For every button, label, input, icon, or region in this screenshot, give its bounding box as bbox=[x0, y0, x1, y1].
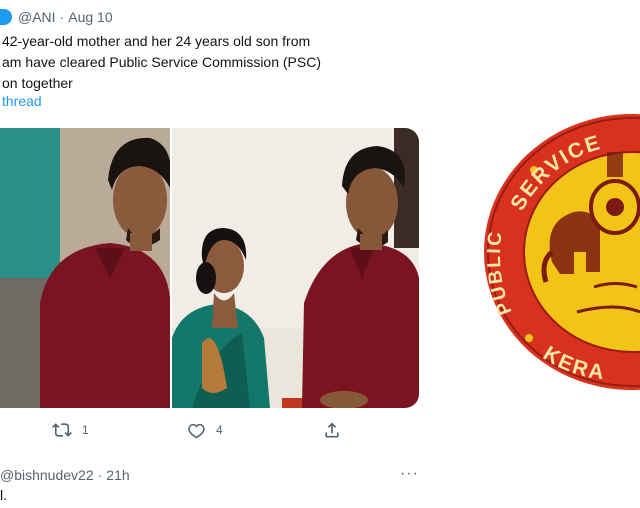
psc-emblem-logo: SERVICE PUBLIC KERA bbox=[484, 114, 640, 390]
tweet-text-line: am have cleared Public Service Commissio… bbox=[2, 54, 321, 70]
kerala-psc-emblem: SERVICE PUBLIC KERA bbox=[482, 112, 640, 392]
tweet-header-separator: · bbox=[59, 9, 65, 25]
show-thread-link[interactable]: thread bbox=[2, 93, 42, 109]
reply-text: l. bbox=[0, 487, 7, 503]
retweet-icon bbox=[52, 423, 72, 437]
verified-badge-icon bbox=[0, 9, 12, 25]
share-icon bbox=[325, 422, 339, 438]
more-icon[interactable]: ··· bbox=[400, 465, 419, 483]
tweet-actions: 1 4 bbox=[0, 420, 419, 444]
like-icon bbox=[188, 423, 205, 439]
reply-time[interactable]: 21h bbox=[106, 467, 129, 483]
photo-mother-son-image bbox=[172, 128, 419, 408]
photo-son-image bbox=[0, 128, 170, 408]
tweet-handle[interactable]: @ANI bbox=[18, 9, 56, 25]
tweet-text: 42-year-old mother and her 24 years old … bbox=[2, 31, 362, 94]
tweet-photo-son[interactable] bbox=[0, 128, 170, 408]
reply-header-separator: · bbox=[97, 467, 103, 483]
tweet-text-line: on together bbox=[2, 75, 73, 91]
reply-handle[interactable]: @bishnudev22 bbox=[0, 467, 94, 483]
tweet-header: @ANI · Aug 10 bbox=[0, 6, 113, 28]
share-button[interactable] bbox=[322, 420, 342, 440]
like-button[interactable]: 4 bbox=[186, 420, 223, 440]
retweet-button[interactable]: 1 bbox=[52, 420, 89, 440]
tweet-text-line: 42-year-old mother and her 24 years old … bbox=[2, 33, 311, 49]
tweet-photo-mother-son[interactable] bbox=[172, 128, 419, 408]
tweet-date[interactable]: Aug 10 bbox=[68, 9, 112, 25]
reply-header: @bishnudev22 · 21h bbox=[0, 465, 420, 485]
tweet-media[interactable] bbox=[0, 128, 419, 408]
retweet-count: 1 bbox=[82, 423, 89, 437]
twitter-feed: @ANI · Aug 10 42-year-old mother and her… bbox=[0, 0, 430, 508]
like-count: 4 bbox=[216, 423, 223, 437]
